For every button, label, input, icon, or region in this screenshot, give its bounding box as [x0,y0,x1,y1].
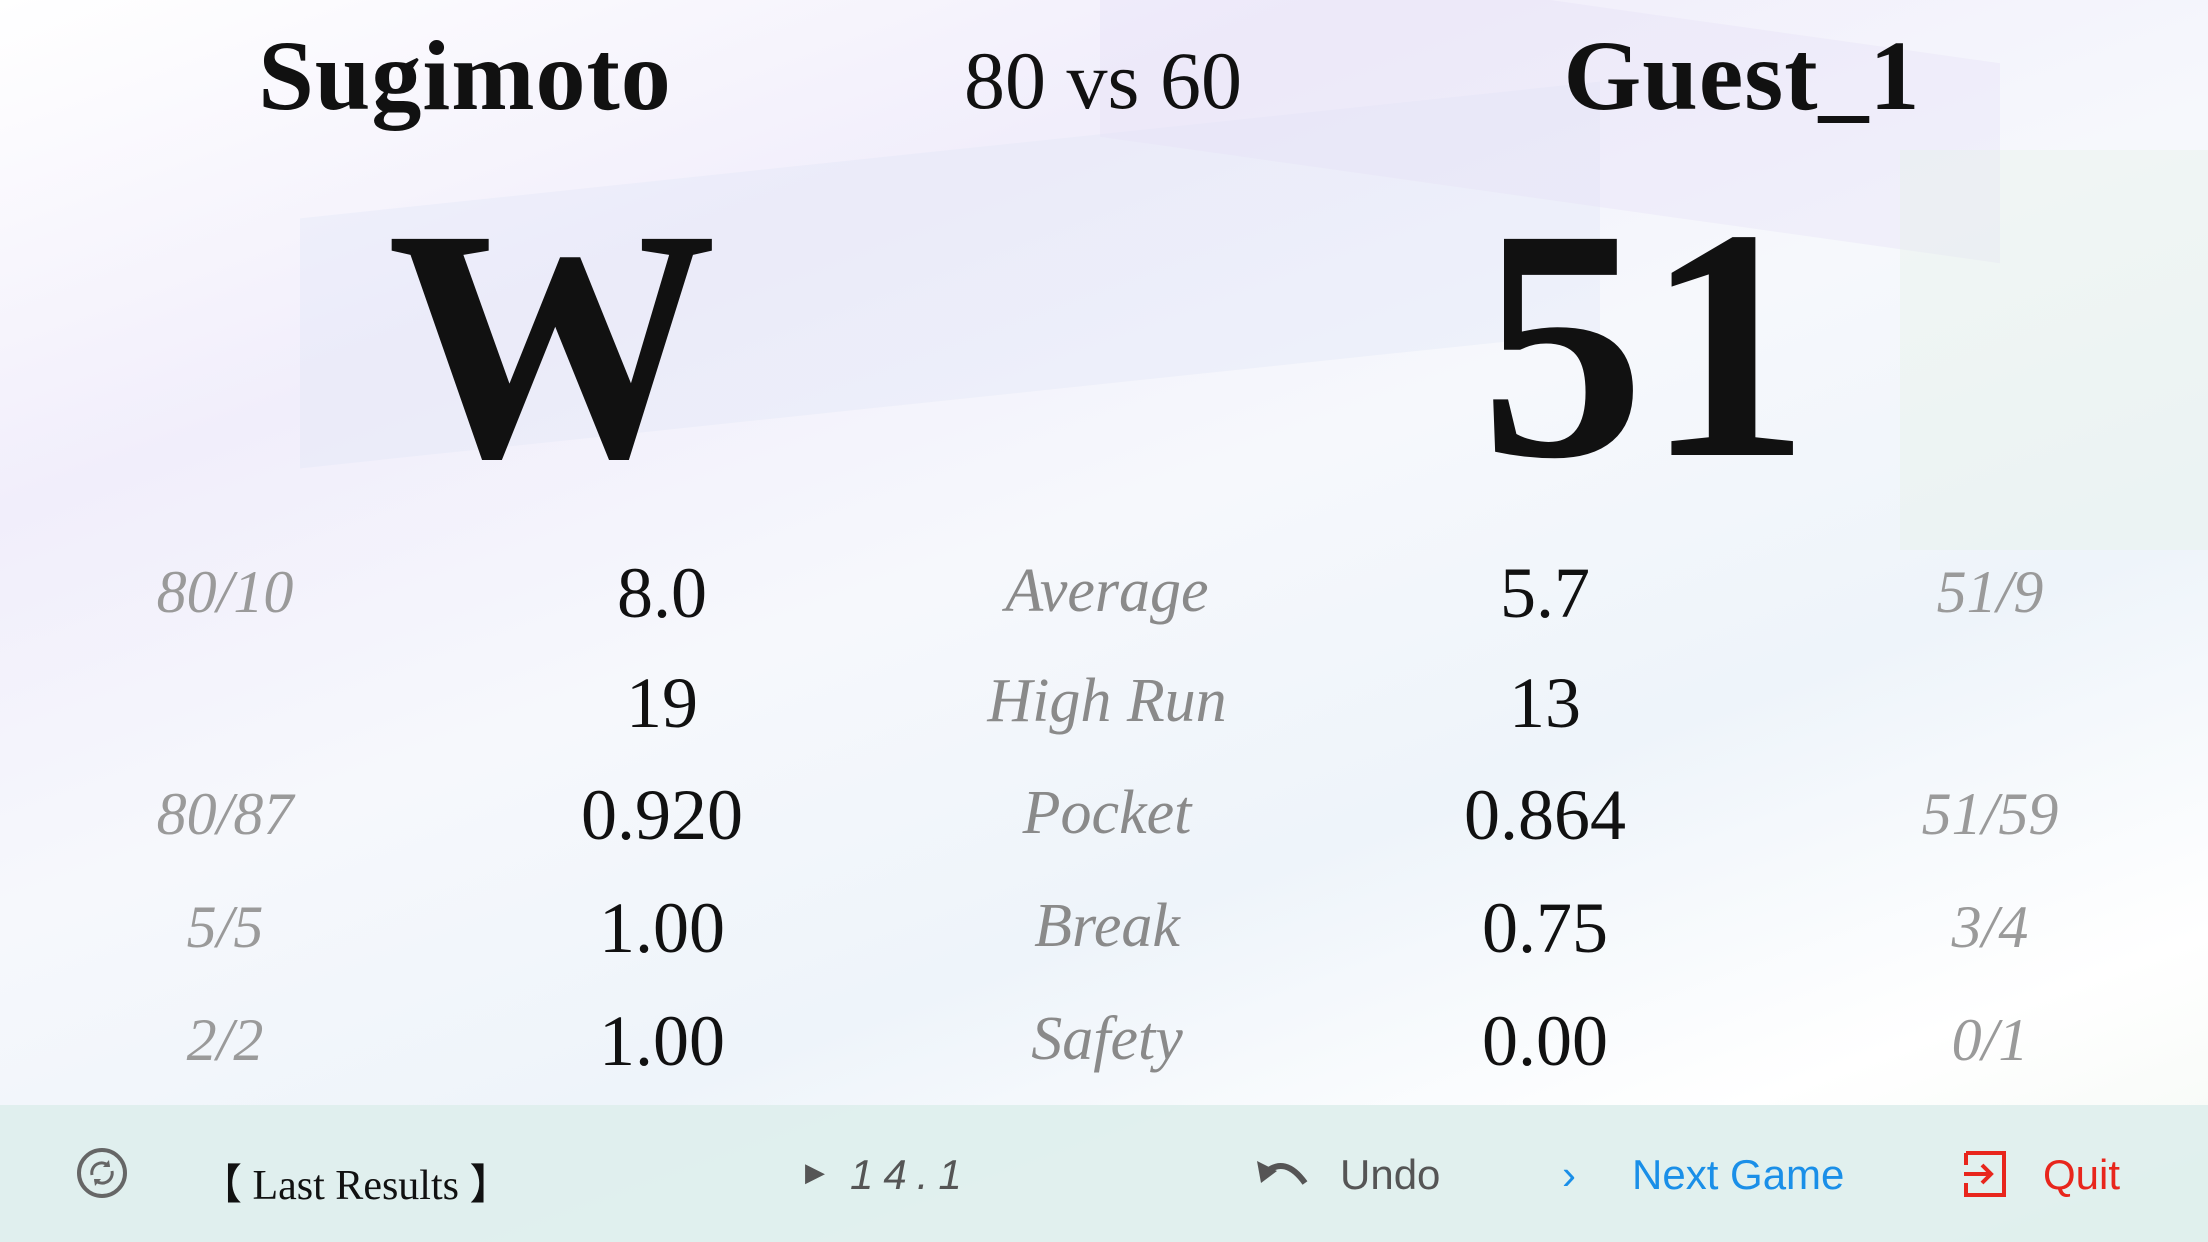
p1-fraction: 5/5 [186,894,264,960]
p1-value: 8.0 [617,553,707,633]
stat-row-safety: 2/2 1.00 Safety 0.00 0/1 [0,1000,2208,1090]
undo-label: Undo [1340,1151,1441,1198]
p2-value: 0.00 [1482,1001,1608,1081]
exit-icon [1964,1151,2006,1197]
quit-label[interactable]: Quit [2043,1151,2120,1199]
refresh-icon[interactable] [76,1147,128,1199]
p2-fraction: 51/9 [1936,559,2044,625]
p1-fraction: 2/2 [186,1007,264,1073]
player1-score: W [387,162,717,527]
stat-label: Safety [1031,1005,1183,1073]
footer-toolbar: 【 Last Results 】 ▶ 14.1 Undo › Next Game… [0,1105,2208,1242]
p1-value: 1.00 [599,888,725,968]
p1-value: 1.00 [599,1001,725,1081]
p1-value: 0.920 [581,775,743,855]
stat-label: High Run [987,667,1227,735]
stat-label: Break [1034,892,1180,960]
stat-row-break: 5/5 1.00 Break 0.75 3/4 [0,887,2208,977]
p1-value: 19 [626,663,698,743]
play-triangle-icon: ▶ [805,1157,825,1187]
last-results-button[interactable]: 【 Last Results 】 [200,1151,512,1212]
p2-value: 0.75 [1482,888,1608,968]
chevron-right-icon: › [1562,1151,1576,1198]
p1-fraction: 80/87 [156,781,294,847]
stat-label: Average [1005,557,1209,625]
player2-name: Guest_1 [1563,20,1921,131]
game-type-label: 14.1 [850,1151,972,1198]
player2-score: 51 [1480,162,1810,527]
race-label: 80 vs 60 [964,35,1242,126]
p2-value: 0.864 [1464,775,1626,855]
p2-value: 5.7 [1500,553,1590,633]
p2-value: 13 [1509,663,1581,743]
undo-arrow-icon [1257,1161,1308,1185]
next-game-label[interactable]: Next Game [1632,1151,1844,1199]
p2-fraction: 51/59 [1921,781,2059,847]
p1-fraction: 80/10 [156,559,294,625]
stat-label: Pocket [1022,779,1192,847]
p2-fraction: 0/1 [1951,1007,2029,1073]
stat-row-pocket: 80/87 0.920 Pocket 0.864 51/59 [0,774,2208,864]
player1-name: Sugimoto [258,20,672,131]
stat-row-average: 80/10 8.0 Average 5.7 51/9 [0,552,2208,642]
stat-row-high-run: 19 High Run 13 [0,662,2208,752]
p2-fraction: 3/4 [1951,894,2029,960]
